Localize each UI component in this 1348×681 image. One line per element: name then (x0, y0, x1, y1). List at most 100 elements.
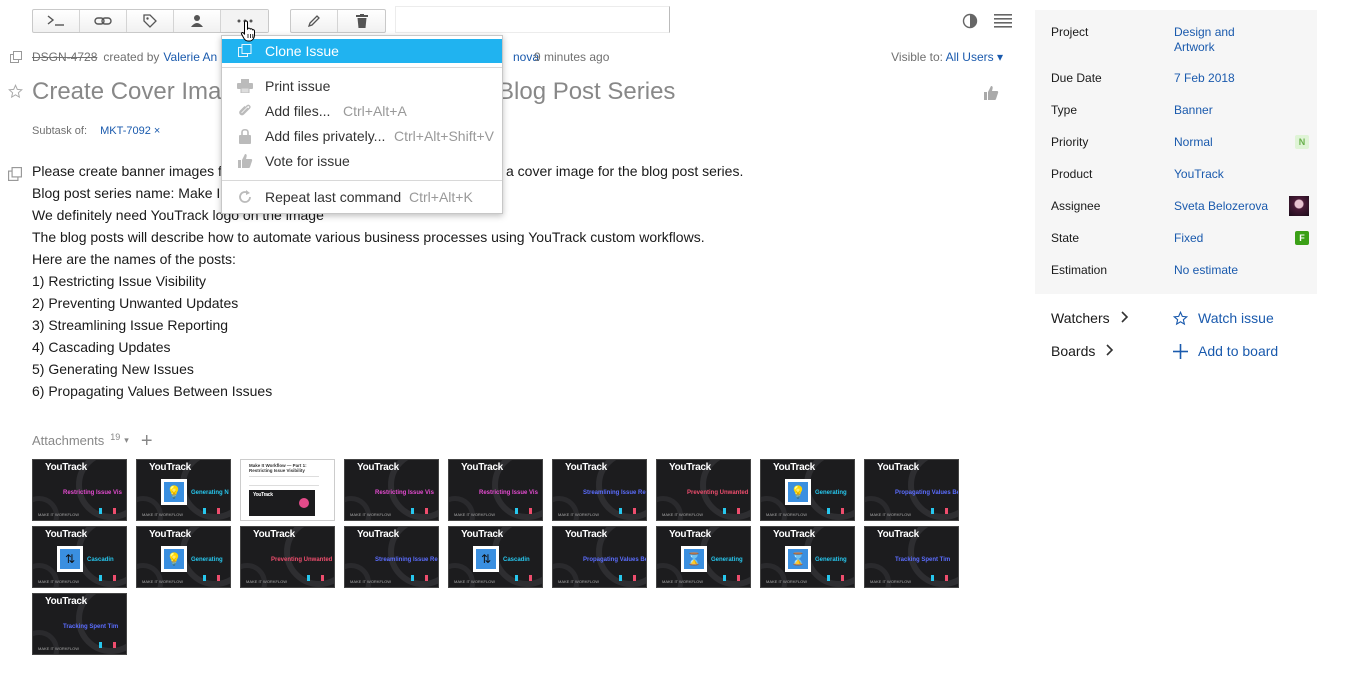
attachment-thumbnail[interactable]: YouTrack ⇅ Cascadin MAKE IT WORKFLOW (448, 526, 543, 588)
link-issue-button[interactable] (80, 10, 127, 32)
attachment-thumbnail[interactable]: YouTrack 💡 Generating MAKE IT WORKFLOW (760, 459, 855, 521)
attachment-thumbnail[interactable]: Make It Workflow — Part 1: Restricting I… (240, 459, 335, 521)
field-value-state[interactable]: Fixed (1174, 231, 1203, 246)
attachment-thumbnail[interactable]: YouTrack ⌛ Generating MAKE IT WORKFLOW (760, 526, 855, 588)
delete-button[interactable] (338, 10, 385, 32)
attachment-thumbnail[interactable]: YouTrack 💡 Generating N MAKE IT WORKFLOW (136, 459, 231, 521)
attachment-footer: MAKE IT WORKFLOW (662, 512, 704, 517)
decor-arc (657, 563, 683, 587)
attachment-footer: MAKE IT WORKFLOW (766, 512, 808, 517)
attachment-thumbnail[interactable]: YouTrack Preventing Unwanted U MAKE IT WOR… (240, 526, 335, 588)
menu-shortcut: Ctrl+Alt+Shift+V (394, 128, 494, 144)
chevron-down-icon[interactable]: ▾ (124, 435, 129, 446)
attachment-footer: MAKE IT WORKFLOW (454, 512, 496, 517)
attachment-caption: Tracking Spent Tim (895, 557, 951, 563)
decor-arc (33, 630, 59, 654)
attachment-caption: Preventing Unwanted U (271, 557, 335, 563)
decor-arc (865, 496, 891, 520)
decor-dot (113, 575, 116, 581)
attachment-thumbnail[interactable]: YouTrack Tracking Spent Tim MAKE IT WORKFL… (864, 526, 959, 588)
field-name: Type (1051, 103, 1078, 117)
watch-issue-button[interactable]: Watch issue (1173, 310, 1274, 326)
decor-dot (931, 508, 934, 514)
field-value-estimation[interactable]: No estimate (1174, 263, 1238, 278)
field-value-product[interactable]: YouTrack (1174, 167, 1224, 182)
attachment-caption: Streamlining Issue Report (375, 557, 438, 563)
attachment-thumbnail[interactable]: YouTrack Streamlining Issue Report MAKE IT… (552, 459, 647, 521)
creator-link[interactable]: Valerie An (163, 50, 217, 64)
thumbs-up-icon[interactable] (983, 85, 999, 101)
menu-item-vote[interactable]: Vote for issue (222, 149, 502, 173)
youtrack-logo: YouTrack (357, 529, 399, 540)
tag-button[interactable] (127, 10, 174, 32)
menu-divider (222, 180, 502, 181)
list-view-icon[interactable] (994, 14, 1012, 28)
attachment-caption: Tracking Spent Tim (63, 624, 119, 630)
attachment-thumbnail[interactable]: YouTrack Streamlining Issue Report MAKE IT… (344, 526, 439, 588)
issue-id[interactable]: DSGN-4728 (32, 50, 97, 64)
attachment-thumbnail[interactable]: YouTrack Restricting Issue Vis MAKE IT WOR… (448, 459, 543, 521)
boards-toggle[interactable]: Boards (1051, 343, 1115, 359)
contrast-icon[interactable] (962, 13, 978, 29)
decor-dot (217, 508, 220, 514)
decor-arc (449, 496, 475, 520)
parent-issue-link[interactable]: MKT-7092 × (100, 125, 160, 137)
decor-dot (99, 508, 102, 514)
decor-arc (137, 563, 163, 587)
terminal-icon (47, 15, 64, 26)
issue-toolbar (32, 9, 386, 33)
attachment-thumbnail[interactable]: YouTrack Preventing Unwanted Up MAKE IT WO… (656, 459, 751, 521)
field-value-due-date[interactable]: 7 Feb 2018 (1174, 71, 1235, 86)
post-item: 5) Generating New Issues (32, 361, 194, 377)
attachment-thumbnail[interactable]: YouTrack Propagating Values Between Issue… (864, 459, 959, 521)
watchers-toggle[interactable]: Watchers (1051, 310, 1130, 326)
youtrack-logo: YouTrack (253, 492, 273, 498)
attachment-thumbnail[interactable]: YouTrack 💡 Generating MAKE IT WORKFLOW (136, 526, 231, 588)
star-icon[interactable] (8, 84, 23, 99)
command-input[interactable] (395, 6, 670, 33)
add-attachment-button[interactable]: + (141, 431, 153, 451)
thumbs-up-icon (236, 152, 254, 170)
field-value-project[interactable]: Design and Artwork (1174, 25, 1254, 55)
attachment-footer: MAKE IT WORKFLOW (350, 579, 392, 584)
paperclip-icon (236, 102, 254, 120)
visible-to-value[interactable]: All Users ▾ (946, 50, 1003, 64)
field-value-type[interactable]: Banner (1174, 103, 1213, 118)
field-value-priority[interactable]: Normal (1174, 135, 1213, 150)
attachment-thumbnail[interactable]: YouTrack Restricting Issue Vis MAKE IT WOR… (344, 459, 439, 521)
edit-button[interactable] (291, 10, 338, 32)
field-name: Estimation (1051, 263, 1108, 277)
description-text: a cover image for the blog post series. (506, 163, 744, 179)
attachment-footer: MAKE IT WORKFLOW (350, 512, 392, 517)
menu-item-print-issue[interactable]: Print issue (222, 74, 502, 98)
menu-item-repeat-command[interactable]: Repeat last command Ctrl+Alt+K (222, 185, 502, 209)
attachment-thumbnail[interactable]: YouTrack Propagating Values Between Issue… (552, 526, 647, 588)
field-value-assignee[interactable]: Sveta Belozerova (1174, 199, 1268, 214)
decor-arc (761, 496, 787, 520)
issue-title-part1: Create Cover Ima (32, 78, 222, 105)
post-item: 1) Restricting Issue Visibility (32, 273, 207, 289)
menu-item-add-files[interactable]: Add files... Ctrl+Alt+A (222, 99, 502, 123)
add-to-board-button[interactable]: Add to board (1173, 343, 1278, 359)
decor-arc (657, 496, 683, 520)
attachments-label[interactable]: Attachments (32, 433, 104, 448)
attachment-thumbnail[interactable]: YouTrack Restricting Issue Vis MAKE IT WOR… (32, 459, 127, 521)
avatar (1289, 196, 1309, 216)
menu-label: Print issue (265, 78, 331, 94)
command-dialog-button[interactable] (33, 10, 80, 32)
watch-issue-label: Watch issue (1198, 310, 1274, 326)
attachment-footer: MAKE IT WORKFLOW (142, 512, 184, 517)
decor-dot (945, 575, 948, 581)
description-text: Please create banner images f (32, 163, 222, 179)
attachment-thumbnail[interactable]: YouTrack ⇅ Cascadin MAKE IT WORKFLOW (32, 526, 127, 588)
menu-item-clone-issue[interactable]: Clone Issue (222, 39, 502, 63)
youtrack-logo: YouTrack (877, 529, 919, 540)
assign-button[interactable] (174, 10, 221, 32)
attachment-thumbnail[interactable]: YouTrack Tracking Spent Tim MAKE IT WORKFL… (32, 593, 127, 655)
menu-item-add-files-privately[interactable]: Add files privately... Ctrl+Alt+Shift+V (222, 124, 502, 148)
youtrack-logo: YouTrack (669, 462, 711, 473)
decor-dot (113, 508, 116, 514)
menu-label: Vote for issue (265, 153, 350, 169)
attachment-thumbnail[interactable]: YouTrack ⌛ Generating MAKE IT WORKFLOW (656, 526, 751, 588)
decor-dot (619, 508, 622, 514)
